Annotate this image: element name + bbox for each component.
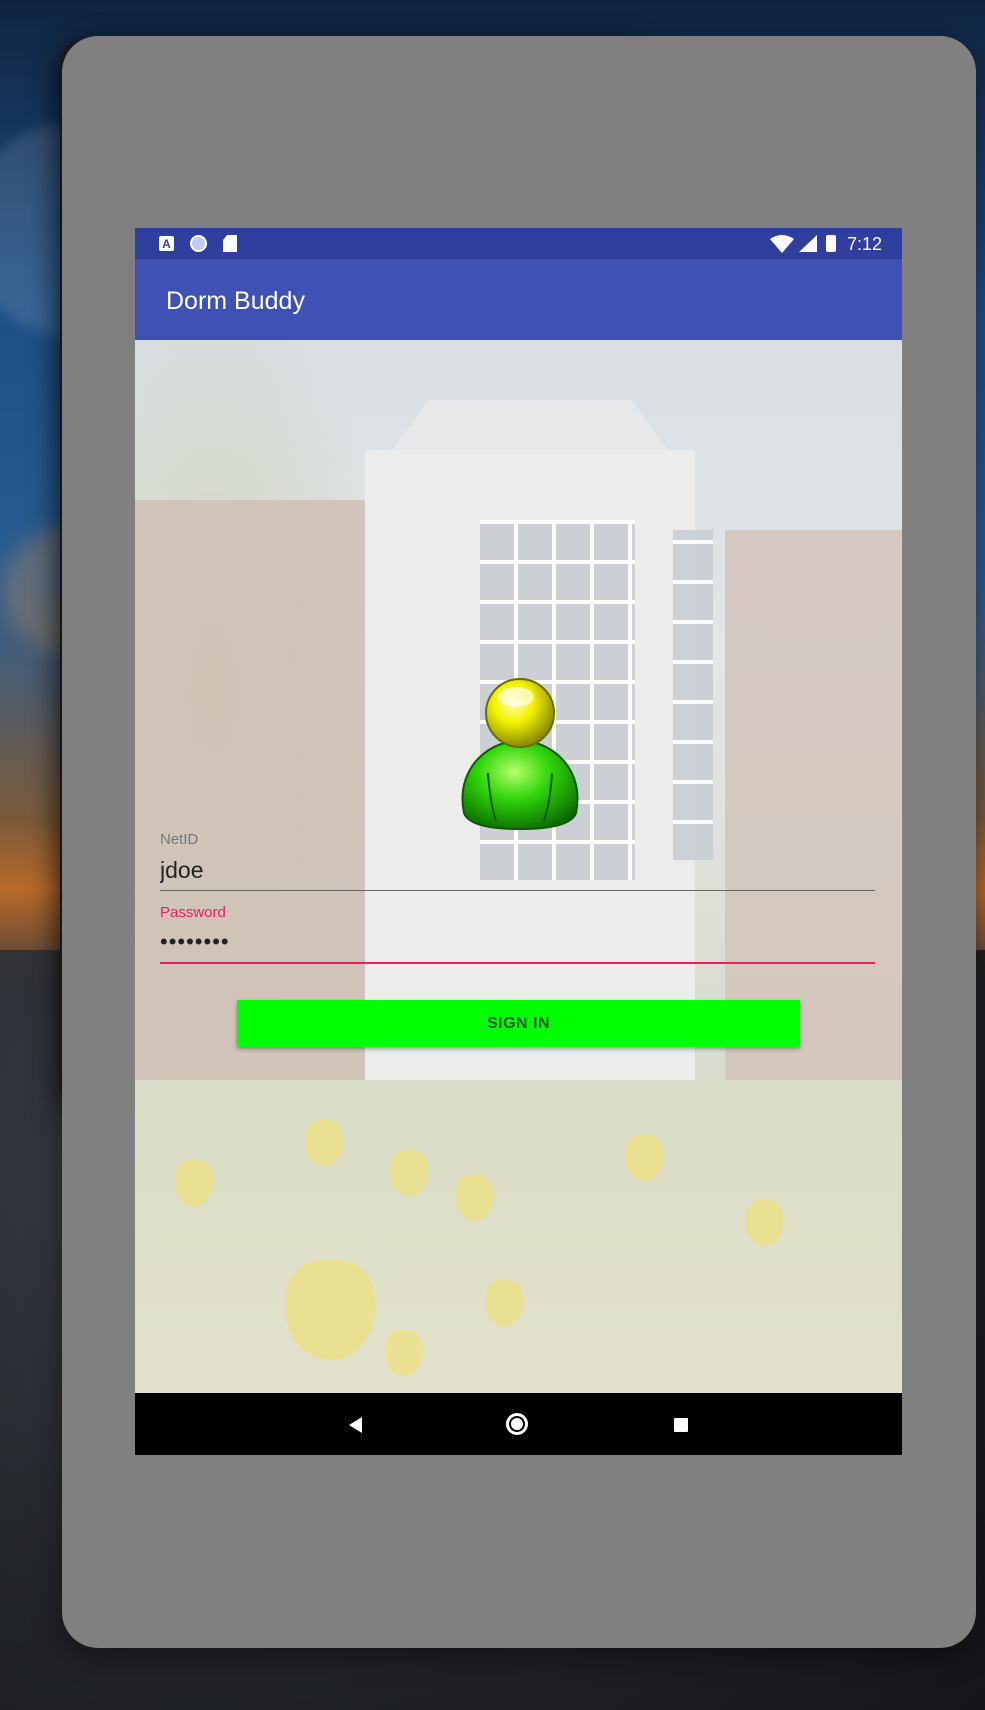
tulip-flower [390, 1150, 428, 1196]
navigation-bar [135, 1393, 902, 1455]
app-a-icon: A [159, 236, 174, 251]
tulip-flower [455, 1175, 493, 1221]
tulip-flower [485, 1280, 523, 1326]
tulip-flower [745, 1200, 783, 1246]
user-avatar-icon [461, 678, 579, 831]
background-tulip-lawn [135, 1080, 902, 1393]
app-title: Dorm Buddy [166, 287, 305, 315]
wifi-icon [770, 235, 794, 253]
netid-field[interactable] [160, 850, 875, 891]
app-bar: Dorm Buddy [135, 259, 902, 340]
device-screen: A 7:12 Dorm Buddy NetID jdoe Password ••… [135, 228, 902, 1455]
tulip-flower [285, 1260, 375, 1360]
tulip-flower [625, 1135, 663, 1181]
tulip-flower [385, 1330, 423, 1376]
tulip-flower [305, 1120, 343, 1166]
tulip-flower [175, 1160, 213, 1206]
sd-card-icon [223, 235, 237, 252]
sign-in-button[interactable]: SIGN IN [237, 1000, 800, 1047]
circle-icon [190, 235, 207, 252]
password-field[interactable] [160, 922, 875, 964]
signal-icon [799, 235, 817, 252]
battery-charging-icon [826, 235, 836, 252]
status-bar: A 7:12 [135, 228, 902, 259]
netid-label: NetID [160, 831, 199, 848]
recent-apps-icon[interactable] [674, 1418, 688, 1432]
status-time: 7:12 [847, 234, 883, 254]
password-label: Password [160, 904, 226, 921]
back-icon[interactable] [349, 1417, 362, 1433]
home-icon[interactable] [506, 1413, 528, 1435]
login-content: NetID Password SIGN IN [135, 340, 902, 1393]
background-tower-windows-right [673, 530, 713, 860]
